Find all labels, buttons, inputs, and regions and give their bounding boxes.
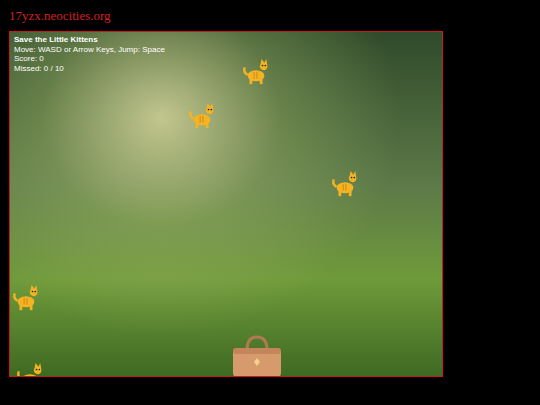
- hud-title: Save the Little Kittens: [14, 35, 438, 45]
- kitten-icon: [16, 362, 44, 377]
- hud-missed: Missed: 0 / 10: [14, 64, 438, 74]
- hud-score: Score: 0: [14, 54, 438, 64]
- hud-controls: Move: WASD or Arrow Keys, Jump: Space: [14, 45, 438, 55]
- kitten-icon: [242, 58, 270, 86]
- kitten-icon: [12, 284, 40, 312]
- kitten-icon: [188, 102, 216, 130]
- basket-icon[interactable]: [230, 334, 284, 377]
- hud: Save the Little KittensMove: WASD or Arr…: [10, 32, 442, 76]
- page: 17yzx.neocities.orgSave the Little Kitte…: [0, 0, 540, 405]
- site-title: 17yzx.neocities.org: [9, 7, 540, 31]
- game-canvas[interactable]: Save the Little KittensMove: WASD or Arr…: [9, 31, 443, 377]
- forest-background: [10, 32, 442, 376]
- kitten-icon: [331, 170, 359, 198]
